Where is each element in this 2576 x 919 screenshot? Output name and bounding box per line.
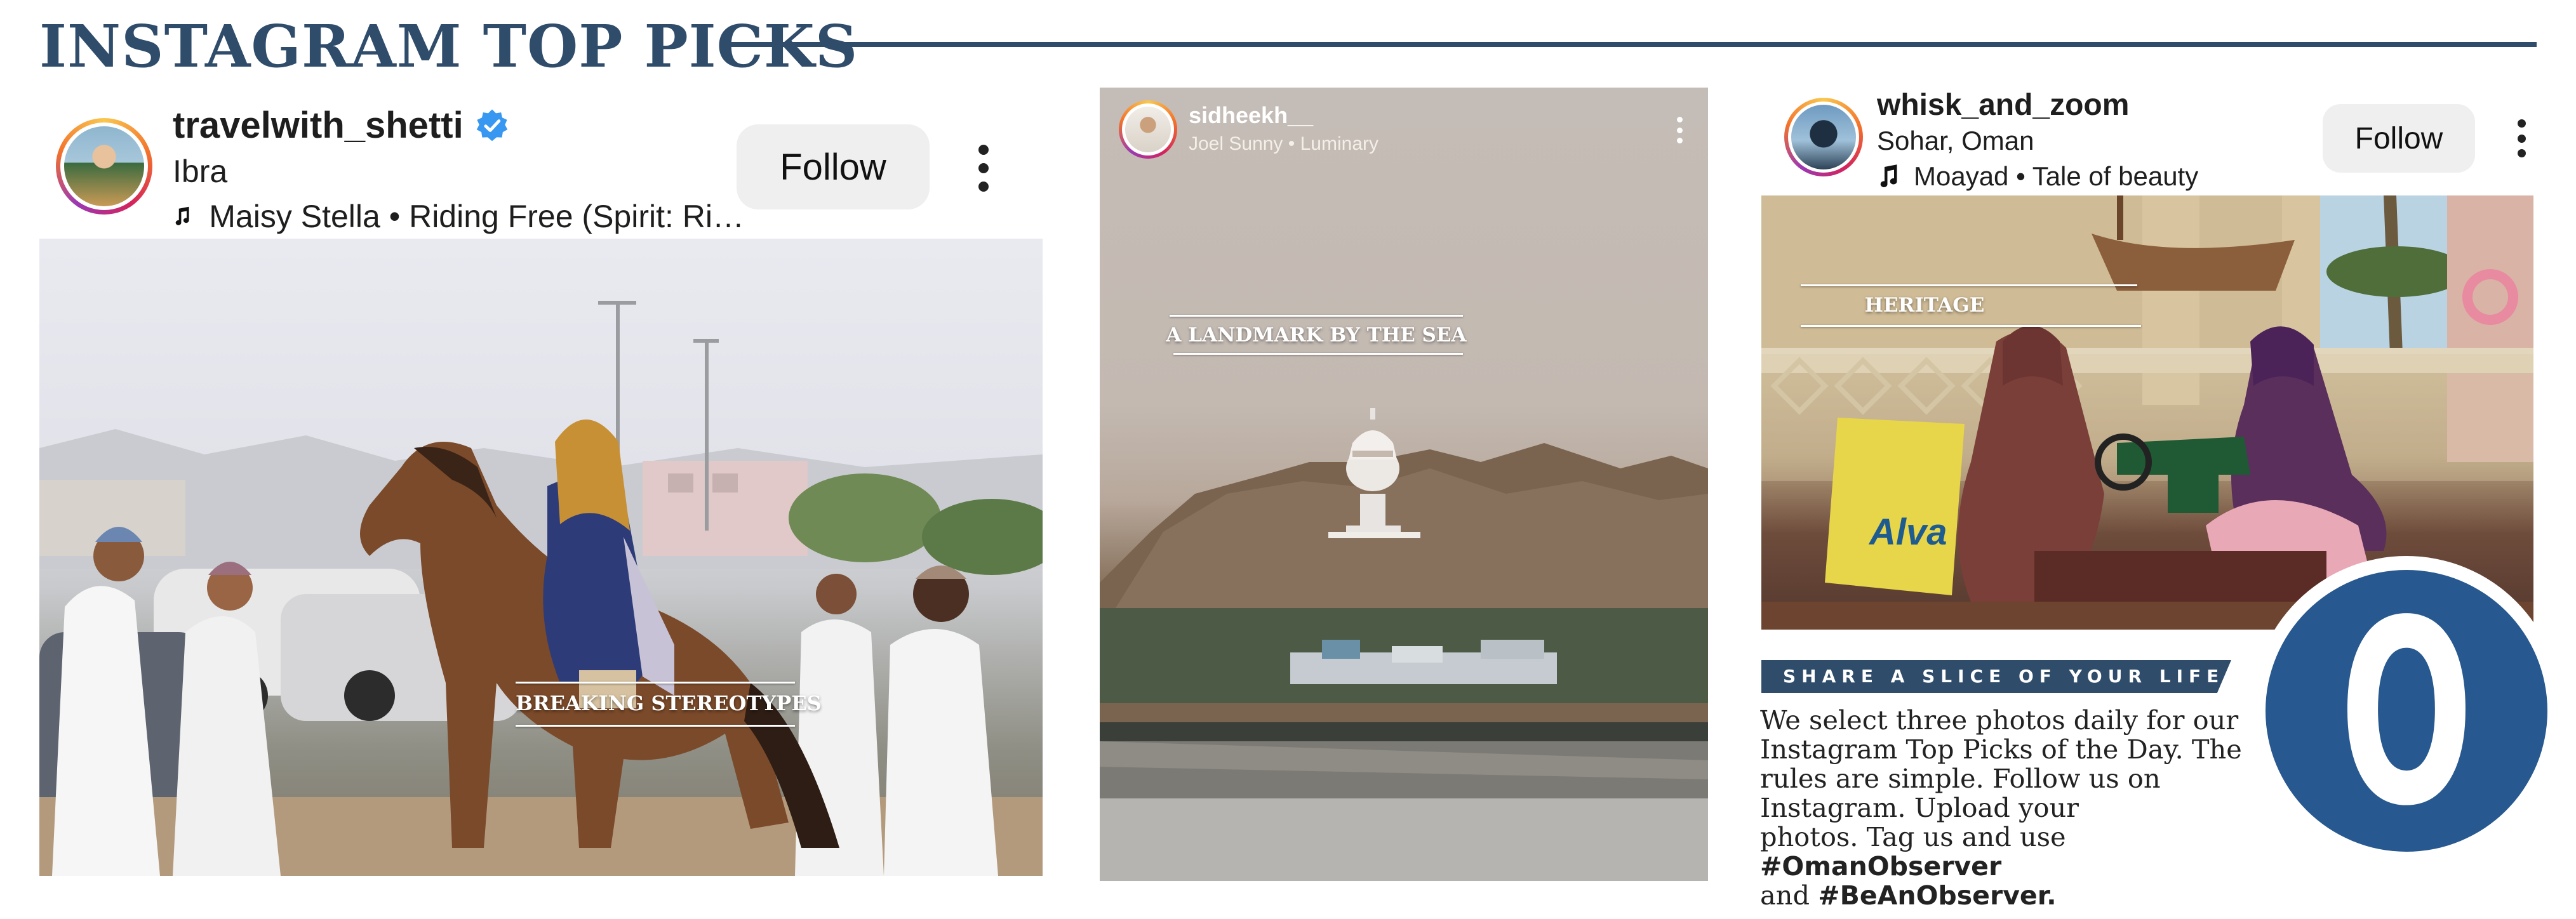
caption-top-rule xyxy=(1170,315,1463,317)
info-line: Instagram. Upload your xyxy=(1760,792,2079,823)
post3-music[interactable]: Moayad • Tale of beauty xyxy=(1877,157,2198,195)
observer-logo-disk: O xyxy=(2266,570,2547,852)
caption-top-rule xyxy=(516,682,795,684)
svg-text:O: O xyxy=(2340,570,2474,852)
post3-caption: HERITAGE xyxy=(1864,294,1985,317)
post1-location[interactable]: Ibra xyxy=(173,149,227,194)
info-line: rules are simple. Follow us on xyxy=(1760,763,2161,794)
verified-badge-icon xyxy=(476,109,507,142)
post2-music[interactable]: Joel Sunny • Luminary xyxy=(1189,131,1378,157)
post2-photo[interactable]: A LANDMARK BY THE SEA xyxy=(1100,88,1708,881)
post1-music-label: Maisy Stella • Riding Free (Spirit: Ri… xyxy=(209,199,744,234)
info-line: We select three photos daily for our xyxy=(1760,704,2239,736)
title-rule xyxy=(727,42,2537,47)
post1-username-row[interactable]: travelwith_shetti xyxy=(173,102,509,150)
post2-username[interactable]: sidheekh__ xyxy=(1189,100,1313,131)
post3-username[interactable]: whisk_and_zoom xyxy=(1877,85,2129,126)
caption-bottom-rule xyxy=(1173,353,1463,355)
post1-caption: BREAKING STEREOTYPES xyxy=(516,691,822,715)
post3-music-label: Moayad • Tale of beauty xyxy=(1914,161,2199,191)
observer-logo-letter: O xyxy=(2340,570,2474,852)
hashtag-oman-observer[interactable]: #OmanObserver xyxy=(1760,851,2001,882)
post2-caption: A LANDMARK BY THE SEA xyxy=(1166,324,1467,347)
bag-label: Alva xyxy=(1868,512,1947,553)
post3-avatar[interactable] xyxy=(1784,98,1863,176)
info-line: Instagram Top Picks of the Day. The xyxy=(1760,734,2242,765)
info-line: and xyxy=(1760,880,1819,911)
more-options-icon[interactable] xyxy=(1676,117,1683,143)
more-options-icon[interactable] xyxy=(977,145,991,192)
music-note-icon xyxy=(175,206,189,225)
share-banner-text: SHARE A SLICE OF YOUR LIFE xyxy=(1783,666,2225,687)
post1-follow-button[interactable]: Follow xyxy=(737,124,930,209)
more-options-icon[interactable] xyxy=(2516,119,2527,157)
post3-location[interactable]: Sohar, Oman xyxy=(1877,122,2034,160)
caption-top-rule xyxy=(1801,284,2137,286)
info-description: We select three photos daily for our Ins… xyxy=(1760,704,2268,911)
post1-username[interactable]: travelwith_shetti xyxy=(173,105,464,146)
post3-follow-button[interactable]: Follow xyxy=(2323,104,2475,173)
info-line: photos. Tag us and use xyxy=(1760,821,2066,852)
music-note-icon xyxy=(1880,164,1897,188)
caption-bottom-rule xyxy=(1801,325,2141,327)
post1-avatar[interactable] xyxy=(56,118,152,215)
post1-music[interactable]: Maisy Stella • Riding Free (Spirit: Ri… xyxy=(173,194,744,239)
post1-photo[interactable]: BREAKING STEREOTYPES xyxy=(39,239,1043,876)
hashtag-be-an-observer[interactable]: #BeAnObserver. xyxy=(1818,880,2056,911)
post2-avatar[interactable] xyxy=(1119,100,1177,159)
caption-bottom-rule xyxy=(516,725,795,727)
